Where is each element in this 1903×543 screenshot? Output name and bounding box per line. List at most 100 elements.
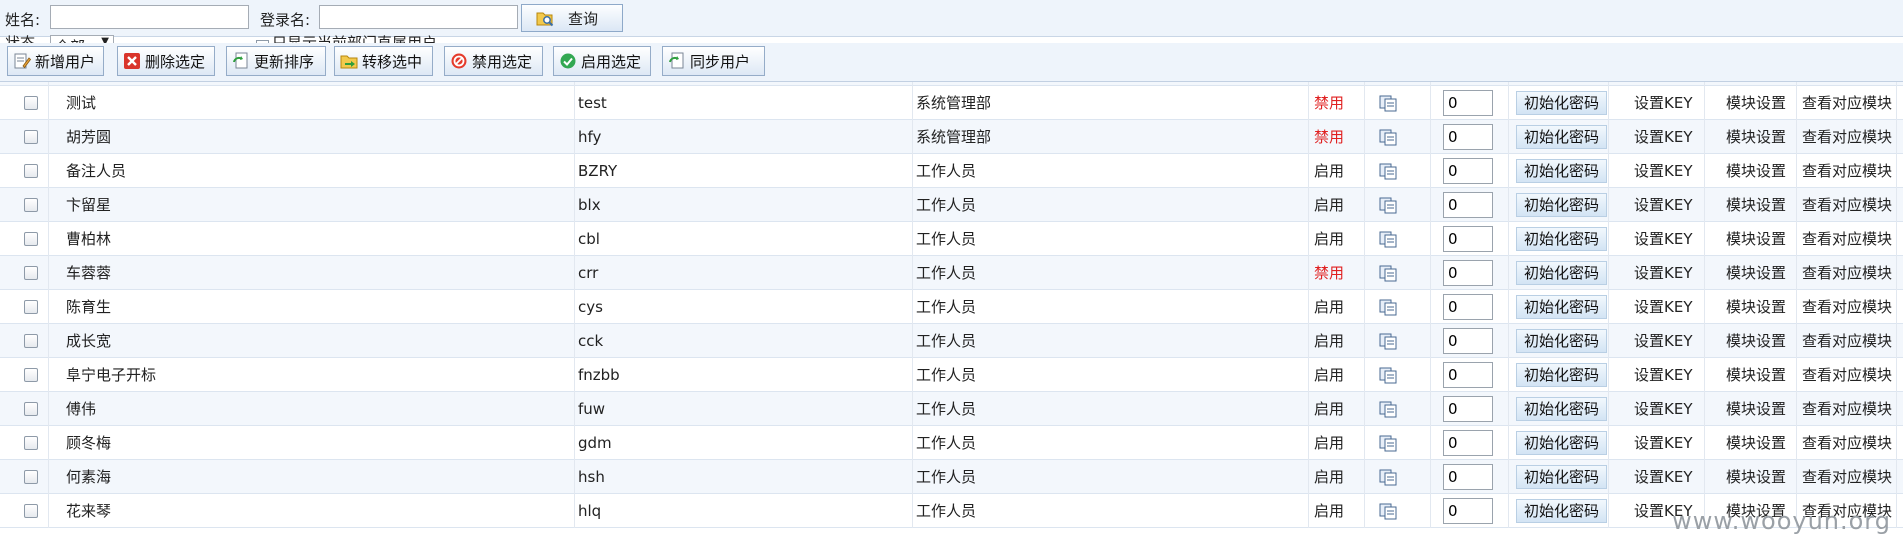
order-input[interactable]	[1443, 158, 1493, 184]
init-password-button[interactable]: 初始化密码	[1516, 397, 1608, 421]
view-module-link[interactable]: 查看对应模块	[1802, 256, 1892, 290]
row-checkbox[interactable]	[24, 504, 38, 518]
sync-users-button[interactable]: 同步用户	[662, 46, 765, 76]
order-input[interactable]	[1443, 498, 1493, 524]
order-input[interactable]	[1443, 396, 1493, 422]
set-key-link[interactable]: 设置KEY	[1634, 86, 1692, 120]
row-checkbox[interactable]	[24, 402, 38, 416]
module-settings-link[interactable]: 模块设置	[1726, 426, 1786, 460]
init-password-button[interactable]: 初始化密码	[1516, 363, 1608, 387]
order-input[interactable]	[1443, 260, 1493, 286]
init-password-button[interactable]: 初始化密码	[1516, 227, 1608, 251]
row-checkbox[interactable]	[24, 232, 38, 246]
set-key-link[interactable]: 设置KEY	[1634, 290, 1692, 324]
view-module-link[interactable]: 查看对应模块	[1802, 392, 1892, 426]
status-toggle[interactable]: 启用	[1314, 324, 1344, 358]
init-password-button[interactable]: 初始化密码	[1516, 295, 1608, 319]
init-password-button[interactable]: 初始化密码	[1516, 261, 1608, 285]
status-toggle[interactable]: 启用	[1314, 426, 1344, 460]
order-input[interactable]	[1443, 362, 1493, 388]
row-checkbox[interactable]	[24, 300, 38, 314]
init-password-button[interactable]: 初始化密码	[1516, 159, 1608, 183]
copy-icon[interactable]	[1378, 196, 1398, 214]
copy-icon[interactable]	[1378, 128, 1398, 146]
row-checkbox[interactable]	[24, 266, 38, 280]
copy-icon[interactable]	[1378, 264, 1398, 282]
status-toggle[interactable]: 启用	[1314, 154, 1344, 188]
status-toggle[interactable]: 启用	[1314, 358, 1344, 392]
row-checkbox[interactable]	[24, 334, 38, 348]
order-input[interactable]	[1443, 226, 1493, 252]
status-toggle[interactable]: 启用	[1314, 460, 1344, 494]
view-module-link[interactable]: 查看对应模块	[1802, 154, 1892, 188]
set-key-link[interactable]: 设置KEY	[1634, 392, 1692, 426]
view-module-link[interactable]: 查看对应模块	[1802, 120, 1892, 154]
order-input[interactable]	[1443, 464, 1493, 490]
row-checkbox[interactable]	[24, 368, 38, 382]
status-toggle[interactable]: 禁用	[1314, 86, 1344, 120]
order-input[interactable]	[1443, 192, 1493, 218]
login-input[interactable]	[319, 5, 518, 29]
order-input[interactable]	[1443, 90, 1493, 116]
module-settings-link[interactable]: 模块设置	[1726, 256, 1786, 290]
status-toggle[interactable]: 启用	[1314, 290, 1344, 324]
status-toggle[interactable]: 禁用	[1314, 120, 1344, 154]
order-input[interactable]	[1443, 124, 1493, 150]
row-checkbox[interactable]	[24, 436, 38, 450]
query-button[interactable]: 查询	[521, 4, 623, 32]
set-key-link[interactable]: 设置KEY	[1634, 358, 1692, 392]
order-input[interactable]	[1443, 328, 1493, 354]
view-module-link[interactable]: 查看对应模块	[1802, 358, 1892, 392]
init-password-button[interactable]: 初始化密码	[1516, 125, 1608, 149]
module-settings-link[interactable]: 模块设置	[1726, 460, 1786, 494]
view-module-link[interactable]: 查看对应模块	[1802, 222, 1892, 256]
update-order-button[interactable]: 更新排序	[226, 46, 326, 76]
name-input[interactable]	[50, 5, 249, 29]
copy-icon[interactable]	[1378, 366, 1398, 384]
module-settings-link[interactable]: 模块设置	[1726, 188, 1786, 222]
view-module-link[interactable]: 查看对应模块	[1802, 188, 1892, 222]
set-key-link[interactable]: 设置KEY	[1634, 188, 1692, 222]
add-user-button[interactable]: 新增用户	[7, 46, 104, 76]
row-checkbox[interactable]	[24, 198, 38, 212]
copy-icon[interactable]	[1378, 434, 1398, 452]
set-key-link[interactable]: 设置KEY	[1634, 324, 1692, 358]
move-selected-button[interactable]: 转移选中	[334, 46, 433, 76]
status-toggle[interactable]: 启用	[1314, 222, 1344, 256]
module-settings-link[interactable]: 模块设置	[1726, 154, 1786, 188]
module-settings-link[interactable]: 模块设置	[1726, 86, 1786, 120]
copy-icon[interactable]	[1378, 468, 1398, 486]
copy-icon[interactable]	[1378, 502, 1398, 520]
module-settings-link[interactable]: 模块设置	[1726, 120, 1786, 154]
view-module-link[interactable]: 查看对应模块	[1802, 426, 1892, 460]
module-settings-link[interactable]: 模块设置	[1726, 392, 1786, 426]
row-checkbox[interactable]	[24, 130, 38, 144]
set-key-link[interactable]: 设置KEY	[1634, 426, 1692, 460]
set-key-link[interactable]: 设置KEY	[1634, 460, 1692, 494]
status-toggle[interactable]: 启用	[1314, 494, 1344, 528]
view-module-link[interactable]: 查看对应模块	[1802, 460, 1892, 494]
module-settings-link[interactable]: 模块设置	[1726, 290, 1786, 324]
view-module-link[interactable]: 查看对应模块	[1802, 290, 1892, 324]
set-key-link[interactable]: 设置KEY	[1634, 222, 1692, 256]
init-password-button[interactable]: 初始化密码	[1516, 329, 1608, 353]
view-module-link[interactable]: 查看对应模块	[1802, 86, 1892, 120]
set-key-link[interactable]: 设置KEY	[1634, 120, 1692, 154]
init-password-button[interactable]: 初始化密码	[1516, 431, 1608, 455]
copy-icon[interactable]	[1378, 298, 1398, 316]
init-password-button[interactable]: 初始化密码	[1516, 91, 1608, 115]
module-settings-link[interactable]: 模块设置	[1726, 358, 1786, 392]
row-checkbox[interactable]	[24, 96, 38, 110]
order-input[interactable]	[1443, 430, 1493, 456]
copy-icon[interactable]	[1378, 400, 1398, 418]
status-toggle[interactable]: 启用	[1314, 392, 1344, 426]
copy-icon[interactable]	[1378, 162, 1398, 180]
status-toggle[interactable]: 禁用	[1314, 256, 1344, 290]
order-input[interactable]	[1443, 294, 1493, 320]
copy-icon[interactable]	[1378, 94, 1398, 112]
disable-selected-button[interactable]: 禁用选定	[444, 46, 543, 76]
set-key-link[interactable]: 设置KEY	[1634, 154, 1692, 188]
copy-icon[interactable]	[1378, 230, 1398, 248]
init-password-button[interactable]: 初始化密码	[1516, 465, 1608, 489]
module-settings-link[interactable]: 模块设置	[1726, 222, 1786, 256]
